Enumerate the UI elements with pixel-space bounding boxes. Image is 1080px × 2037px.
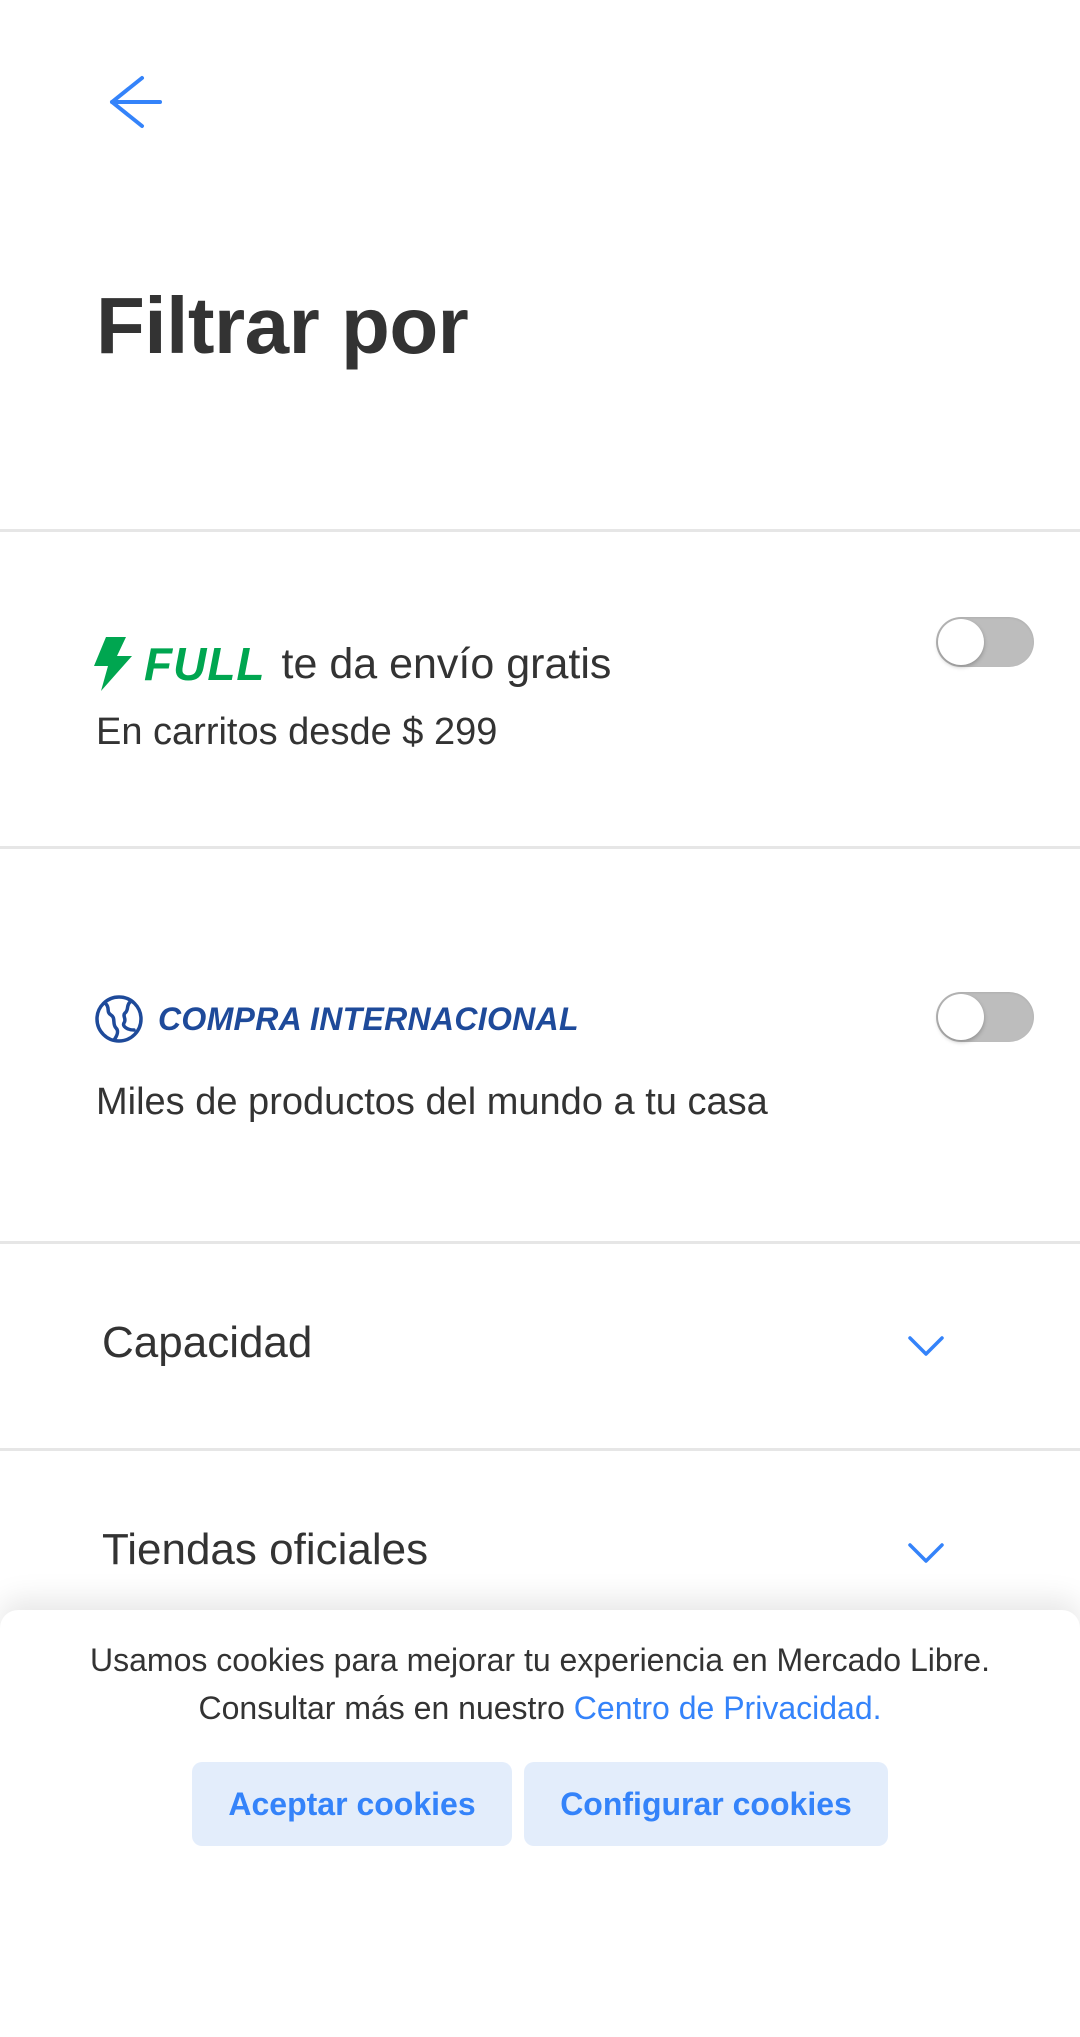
accept-cookies-button[interactable]: Aceptar cookies — [192, 1762, 512, 1846]
cookie-message: Usamos cookies para mejorar tu experienc… — [60, 1636, 1020, 1732]
filter-international: COMPRA INTERNACIONAL Miles de productos … — [0, 849, 1080, 1241]
page-title: Filtrar por — [96, 281, 469, 370]
divider — [0, 529, 1080, 532]
accordion-label: Capacidad — [102, 1318, 313, 1367]
full-title: FULL te da envío gratis — [92, 629, 611, 699]
full-subtitle: En carritos desde $ 299 — [96, 711, 498, 753]
full-brand: FULL — [144, 638, 266, 690]
international-title: COMPRA INTERNACIONAL — [94, 991, 579, 1047]
configure-cookies-button[interactable]: Configurar cookies — [524, 1762, 888, 1846]
international-subtitle: Miles de productos del mundo a tu casa — [96, 1081, 768, 1123]
globe-icon — [94, 994, 158, 1044]
full-text: te da envío gratis — [281, 639, 612, 688]
toggle-knob — [938, 619, 984, 665]
international-brand: COMPRA INTERNACIONAL — [158, 1000, 579, 1037]
arrow-left-icon — [96, 66, 168, 138]
accordion-label: Tiendas oficiales — [102, 1525, 429, 1574]
back-button[interactable] — [96, 66, 168, 138]
cookie-banner: Usamos cookies para mejorar tu experienc… — [0, 1610, 1080, 2037]
full-toggle[interactable] — [936, 617, 1034, 667]
filter-full: FULL te da envío gratis En carritos desd… — [0, 533, 1080, 846]
lightning-bolt-icon — [92, 637, 144, 691]
chevron-down-icon — [902, 1322, 950, 1370]
international-toggle[interactable] — [936, 992, 1034, 1042]
privacy-center-link[interactable]: Centro de Privacidad. — [574, 1690, 882, 1726]
toggle-knob — [938, 994, 984, 1040]
accordion-capacidad[interactable]: Capacidad — [0, 1244, 1080, 1448]
chevron-down-icon — [902, 1529, 950, 1577]
